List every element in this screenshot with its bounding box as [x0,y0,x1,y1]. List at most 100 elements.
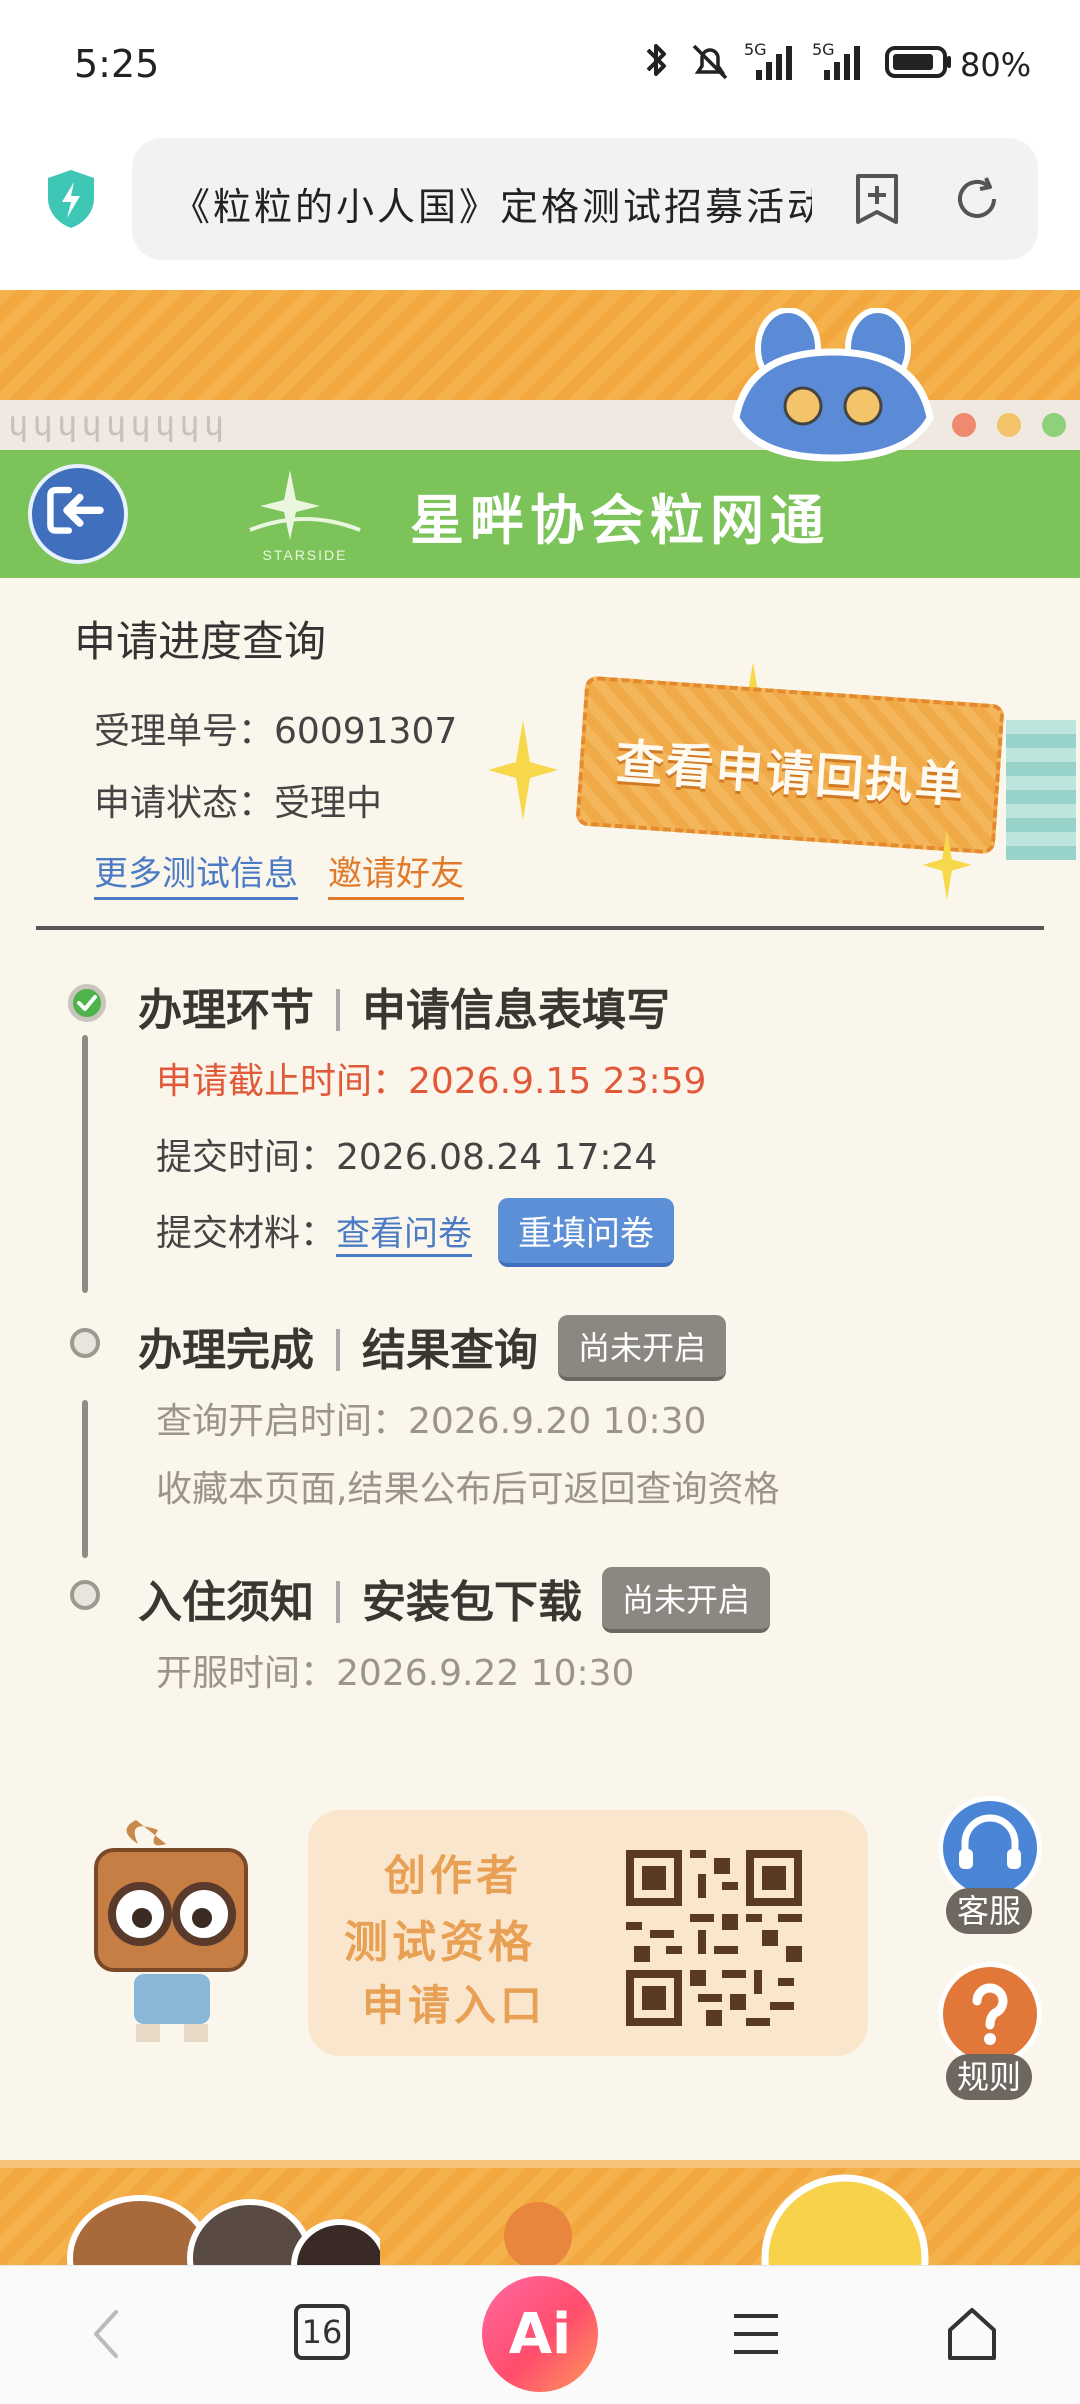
rules-label[interactable]: 规则 [946,2054,1032,2100]
step-1-submit-time: 提交时间：2026.08.24 17:24 [156,1128,657,1180]
apple-character-icon [504,2202,572,2265]
refill-questionnaire-button[interactable]: 重填问卷 [498,1198,675,1267]
step-1-materials: 提交材料：查看问卷 重填问卷 [156,1198,675,1267]
battery-percentage: 80% [960,46,1032,84]
creator-application-entry[interactable]: 创作者 测试资格 申请入口 [308,1810,868,2056]
application-status-row: 申请状态：受理中 [94,774,382,826]
step-1-title: 办理环节 申请信息表填写 [138,974,670,1038]
promo-line-3: 申请入口 [362,1981,547,2030]
refresh-icon[interactable] [950,172,1004,226]
ai-assistant-button[interactable]: Ai [482,2276,598,2392]
section-divider [36,926,1044,930]
step-3-title: 入住须知 安装包下载 尚未开启 [138,1566,771,1633]
customer-service-label[interactable]: 客服 [946,1888,1032,1934]
deadline-label: 申请截止时间： [156,1061,409,1102]
rules-button[interactable] [938,1962,1042,2066]
browser-bottom-nav: 16 Ai [0,2265,1080,2404]
receipt-button-body: 查看申请回执单 [575,675,1005,855]
timeline-line-2 [82,1400,88,1558]
open-time-value: 2026.9.20 10:30 [408,1401,707,1442]
ai-label: Ai [508,2302,572,2367]
step-1-deadline: 申请截止时间：2026.9.15 23:59 [156,1052,706,1104]
invite-friends-link[interactable]: 邀请好友 [328,846,464,900]
not-open-badge-2: 尚未开启 [602,1567,771,1633]
ribbon-text: ɥɥɥɥɥɥɥɥɥ [8,404,229,444]
animal-characters-icon [67,2195,380,2265]
step-2-note: 收藏本页面,结果公布后可返回查询资格 [156,1469,780,1510]
timeline-line-1 [82,1035,88,1293]
server-time-value: 2026.9.22 10:30 [336,1653,635,1694]
back-button[interactable] [28,464,128,564]
progress-title: 申请进度查询 [74,617,327,666]
receipt-button-label: 查看申请回执单 [613,733,967,815]
title-separator [336,1329,340,1371]
tabs-button[interactable]: 16 [294,2304,350,2360]
step-2-open-time: 查询开启时间：2026.9.20 10:30 [156,1392,706,1444]
application-status-value: 受理中 [274,783,383,824]
signal-icon-2 [824,46,860,80]
window-dot-green [1042,413,1066,437]
window-dot-red [951,413,976,437]
more-test-info-link[interactable]: 更多测试信息 [94,846,298,900]
menu-icon[interactable] [730,2304,782,2364]
address-bar[interactable]: 《粒粒的小人国》定格测试招募活动 [132,138,1038,260]
back-icon[interactable] [86,2304,126,2364]
robot-mascot-icon [94,1820,248,2042]
mute-bell-icon [692,44,728,80]
step-2-title: 办理完成 结果查询 尚未开启 [138,1314,727,1381]
submit-time-value: 2026.08.24 17:24 [336,1137,658,1178]
qr-code-icon[interactable] [626,1850,802,2026]
security-shield-icon[interactable] [44,168,98,230]
status-time: 5:25 [74,42,160,86]
logo-text: STARSIDE [263,547,348,563]
question-mark-icon [972,1983,1008,2045]
status-bar: 5:25 5G 5G 80% [0,0,1080,130]
order-number-value: 60091307 [274,711,458,752]
promo-line-2: 测试资格 [344,1917,536,1968]
step-2-subtitle: 结果查询 [362,1325,538,1376]
step-done-check-icon [68,984,106,1022]
web-page: ɥɥɥɥɥɥɥɥɥ STARSIDE 星畔协会粒网通 申请进度查询 受理单号：6… [0,290,1080,2265]
step-1-subtitle: 申请信息表填写 [362,985,670,1036]
battery-icon [885,46,951,78]
page-title-url[interactable]: 《粒粒的小人国》定格测试招募活动 [172,176,812,231]
step-2-name: 办理完成 [138,1325,314,1376]
server-time-label: 开服时间： [156,1653,337,1694]
tape-decoration [1006,720,1076,860]
footer-decor-band [0,2160,1080,2265]
view-questionnaire-link[interactable]: 查看问卷 [336,1214,473,1257]
title-separator [336,1581,340,1623]
deadline-value: 2026.9.15 23:59 [408,1061,707,1102]
cat-character-icon [761,2174,929,2265]
submit-time-label: 提交时间： [156,1137,337,1178]
headset-icon [959,1814,1021,1869]
window-dots [936,413,1066,441]
order-number-row: 受理单号：60091307 [94,702,457,754]
step-1-name: 办理环节 [138,985,314,1036]
not-open-badge: 尚未开启 [558,1315,727,1381]
bluetooth-icon [646,44,666,76]
order-number-label: 受理单号： [94,711,275,752]
header-title: 星畔协会粒网通 [410,489,830,552]
sparkle-icon-bottom [922,830,972,900]
customer-service-button[interactable] [938,1796,1042,1900]
materials-label: 提交材料： [156,1213,337,1254]
step-2-pending-icon [70,1328,100,1358]
step-3-pending-icon [70,1580,100,1610]
title-separator [336,989,340,1031]
open-time-label: 查询开启时间： [156,1401,409,1442]
blue-hat-decoration-icon [732,308,934,462]
signal-icon [756,46,792,80]
back-arrow-icon [47,486,104,534]
add-bookmark-icon[interactable] [852,172,902,226]
sparkle-icon [488,720,558,820]
step-3-subtitle: 安装包下载 [362,1577,582,1628]
starside-logo: STARSIDE [249,470,361,563]
promo-line-1: 创作者 [384,1851,523,1900]
step-3-server-time: 开服时间：2026.9.22 10:30 [156,1644,634,1696]
view-receipt-button[interactable]: 查看申请回执单 [575,675,1005,855]
browser-toolbar: 《粒粒的小人国》定格测试招募活动 [0,130,1080,290]
home-icon[interactable] [944,2304,1000,2364]
application-status-label: 申请状态： [94,783,275,824]
window-dot-yellow [996,413,1021,437]
